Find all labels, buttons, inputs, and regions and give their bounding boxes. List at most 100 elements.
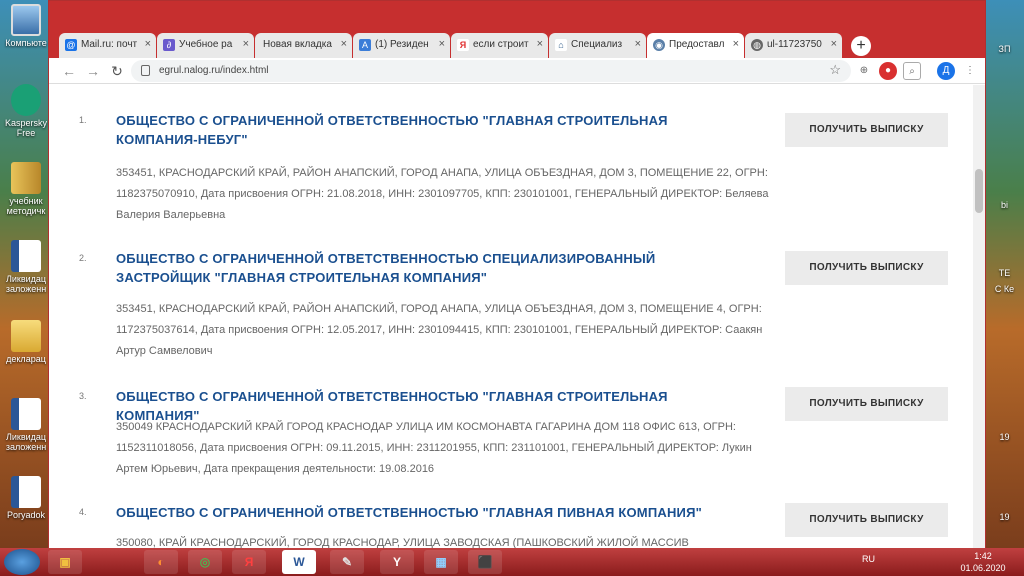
desktop-icon-liquidation-2[interactable]: Ликвидац заложенн <box>2 398 50 452</box>
tab-ul-pdf[interactable]: ◍ ul-11723750 × <box>745 33 842 58</box>
close-icon[interactable]: × <box>439 38 445 50</box>
folder-icon <box>11 320 41 352</box>
scrollbar-thumb[interactable] <box>975 169 983 213</box>
tab-training[interactable]: ∂ Учебное ра × <box>157 33 254 58</box>
close-icon[interactable]: × <box>145 38 151 50</box>
back-arrow-icon[interactable]: ← <box>59 61 79 81</box>
lock-icon <box>141 65 150 76</box>
desktop-icon-label: декларац <box>6 354 46 364</box>
desktop-icon-kaspersky[interactable]: Kaspersky Free <box>2 84 50 138</box>
desktop-icon-label: Ликвидац заложенн <box>5 432 47 452</box>
tab-specialized[interactable]: ⌂ Специализ × <box>549 33 646 58</box>
desktop-right-label: bi <box>1000 200 1008 210</box>
profile-avatar[interactable]: Д <box>937 62 955 80</box>
desktop-icon-label: Компьюте <box>5 38 47 48</box>
new-tab-button[interactable]: + <box>851 36 871 56</box>
firefox-icon[interactable]: ◐ <box>144 550 178 574</box>
chrome-icon[interactable]: ◎ <box>188 550 222 574</box>
start-button[interactable] <box>4 549 40 575</box>
desktop-icon-computer[interactable]: Компьюте <box>2 4 50 48</box>
word-document-icon <box>11 398 41 430</box>
remote-desktop-icon[interactable]: ▦ <box>424 550 458 574</box>
word-document-icon <box>11 476 41 508</box>
desktop-right-label: С Ке <box>994 284 1015 294</box>
taskbar: ▣ ◐ ◎ Я W ✎ Y ▦ ⬛ RU 1:42 01.06.2020 <box>0 548 1024 576</box>
address-bar[interactable]: egrul.nalog.ru/index.html ☆ <box>131 60 851 82</box>
result-number: 2. <box>79 253 87 263</box>
tab-label: Учебное ра <box>179 39 233 50</box>
desktop-icon-textbook[interactable]: учебник методичк <box>2 162 50 216</box>
company-details: 350049 КРАСНОДАРСКИЙ КРАЙ ГОРОД КРАСНОДА… <box>116 421 752 475</box>
media-player-icon[interactable]: ▣ <box>48 550 82 574</box>
paint-icon[interactable]: ✎ <box>330 550 364 574</box>
page-viewport: 1. ОБЩЕСТВО С ОГРАНИЧЕННОЙ ОТВЕТСТВЕННОС… <box>49 85 973 548</box>
browser-toolbar: ← → ↻ egrul.nalog.ru/index.html ☆ ⊕ ● ⌕ … <box>49 58 985 84</box>
tab-label: Предоставл <box>669 39 725 50</box>
result-item: 3. ОБЩЕСТВО С ОГРАНИЧЕННОЙ ОТВЕТСТВЕННОС… <box>49 381 973 491</box>
menu-dots-icon[interactable]: ⋮ <box>961 62 979 80</box>
get-extract-button[interactable]: ПОЛУЧИТЬ ВЫПИСКУ <box>785 113 948 147</box>
desktop-right-label: 19 <box>999 432 1010 442</box>
bookmark-star-icon[interactable]: ☆ <box>829 62 841 78</box>
clock[interactable]: 1:42 01.06.2020 <box>958 550 1008 574</box>
kaspersky-icon <box>11 84 41 116</box>
desktop-icon-label: Poryadok <box>6 510 46 520</box>
desktop-icon-poryadok[interactable]: Poryadok <box>2 476 50 520</box>
desktop-icon-liquidation-1[interactable]: Ликвидац заложенн <box>2 240 50 294</box>
close-icon[interactable]: × <box>831 38 837 50</box>
company-name-link[interactable]: ОБЩЕСТВО С ОГРАНИЧЕННОЙ ОТВЕТСТВЕННОСТЬЮ… <box>116 503 736 522</box>
close-icon[interactable]: × <box>537 38 543 50</box>
search-extension-icon[interactable]: ⌕ <box>903 62 921 80</box>
tab-resident[interactable]: A (1) Резиден × <box>353 33 450 58</box>
a-icon: A <box>359 39 371 51</box>
desktop-right-label: 19 <box>999 512 1010 522</box>
tab-label: Специализ <box>571 39 623 50</box>
get-extract-button[interactable]: ПОЛУЧИТЬ ВЫПИСКУ <box>785 251 948 285</box>
company-name-link[interactable]: ОБЩЕСТВО С ОГРАНИЧЕННОЙ ОТВЕТСТВЕННОСТЬЮ… <box>116 249 736 287</box>
browser-titlebar[interactable] <box>49 1 985 31</box>
yandex-icon[interactable]: Я <box>232 550 266 574</box>
tab-mail[interactable]: @ Mail.ru: почт × <box>59 33 156 58</box>
close-icon[interactable]: × <box>341 38 347 50</box>
result-item: 1. ОБЩЕСТВО С ОГРАНИЧЕННОЙ ОТВЕТСТВЕННОС… <box>49 105 973 225</box>
tab-strip: @ Mail.ru: почт × ∂ Учебное ра × Новая в… <box>49 31 985 58</box>
company-details: 350080, КРАЙ КРАСНОДАРСКИЙ, ГОРОД КРАСНО… <box>116 537 689 548</box>
clip-icon: ∂ <box>163 39 175 51</box>
word-icon[interactable]: W <box>282 550 316 574</box>
tab-yandex-search[interactable]: Я если строит × <box>451 33 548 58</box>
close-icon[interactable]: × <box>635 38 641 50</box>
tab-new[interactable]: Новая вкладка × <box>255 33 352 58</box>
desktop-icon-label: Kaspersky Free <box>4 118 48 138</box>
result-number: 1. <box>79 115 87 125</box>
tab-fns-active[interactable]: ◉ Предоставл × <box>647 33 744 58</box>
forward-arrow-icon[interactable]: → <box>83 61 103 81</box>
fns-icon: ◉ <box>653 39 665 51</box>
book-icon <box>11 162 41 194</box>
get-extract-button[interactable]: ПОЛУЧИТЬ ВЫПИСКУ <box>785 387 948 421</box>
page-scrollbar[interactable] <box>973 85 985 548</box>
tab-label: (1) Резиден <box>375 39 429 50</box>
address-url: egrul.nalog.ru/index.html <box>159 65 269 76</box>
pdf-icon[interactable]: ⬛ <box>468 550 502 574</box>
company-details: 353451, КРАСНОДАРСКИЙ КРАЙ, РАЙОН АНАПСК… <box>116 167 769 221</box>
browser-window: @ Mail.ru: почт × ∂ Учебное ра × Новая в… <box>48 0 986 548</box>
adblock-icon[interactable]: ● <box>879 62 897 80</box>
globe-extension-icon[interactable]: ⊕ <box>855 62 873 80</box>
desktop-right-label: ТЕ <box>998 268 1011 278</box>
mail-icon: @ <box>65 39 77 51</box>
desktop-icon-declaration[interactable]: декларац <box>2 320 50 364</box>
word-document-icon <box>11 240 41 272</box>
close-icon[interactable]: × <box>733 38 739 50</box>
reload-icon[interactable]: ↻ <box>107 61 127 81</box>
result-item: 4. ОБЩЕСТВО С ОГРАНИЧЕННОЙ ОТВЕТСТВЕННОС… <box>49 497 973 548</box>
yandex-browser-icon[interactable]: Y <box>380 550 414 574</box>
language-indicator[interactable]: RU <box>862 554 875 564</box>
company-name-link[interactable]: ОБЩЕСТВО С ОГРАНИЧЕННОЙ ОТВЕТСТВЕННОСТЬЮ… <box>116 111 736 149</box>
result-number: 3. <box>79 391 87 401</box>
close-icon[interactable]: × <box>243 38 249 50</box>
get-extract-button[interactable]: ПОЛУЧИТЬ ВЫПИСКУ <box>785 503 948 537</box>
result-number: 4. <box>79 507 87 517</box>
yandex-icon: Я <box>457 39 469 51</box>
globe-icon: ◍ <box>751 39 763 51</box>
tab-label: Новая вкладка <box>263 39 332 50</box>
